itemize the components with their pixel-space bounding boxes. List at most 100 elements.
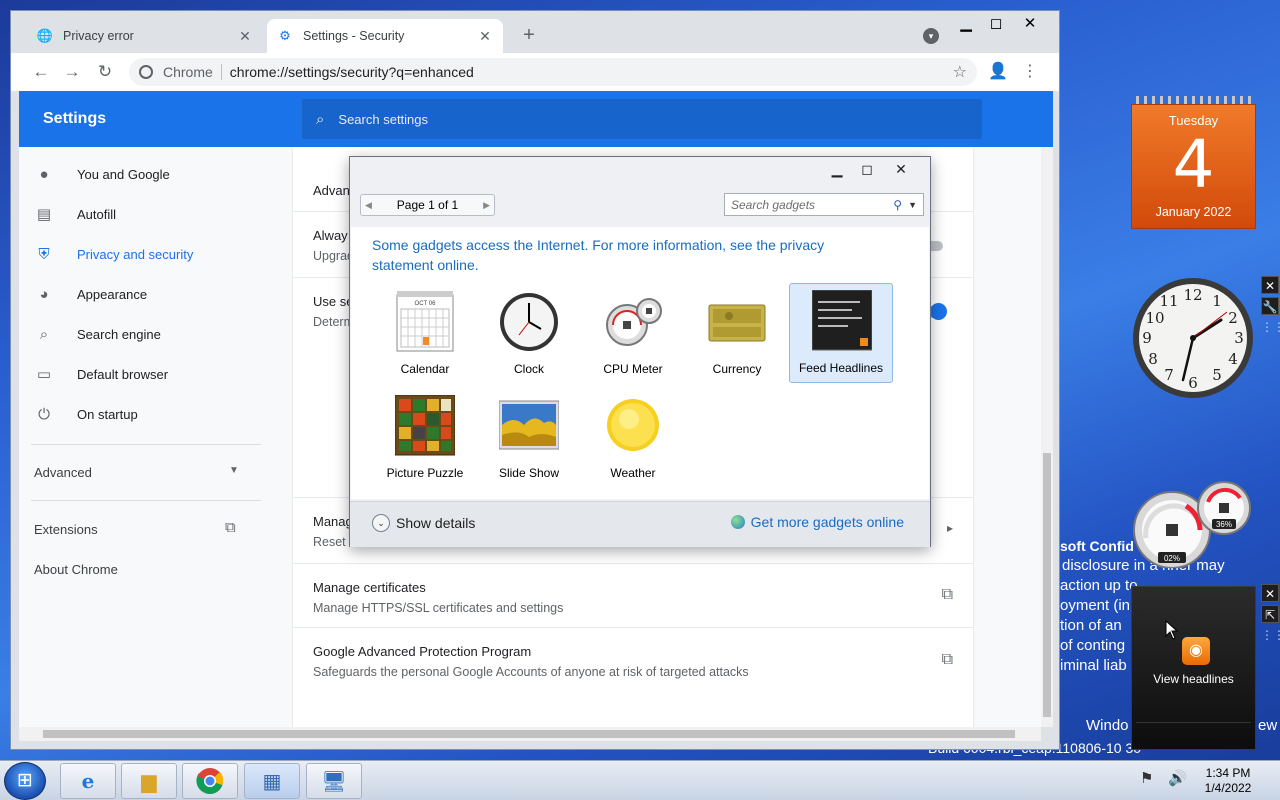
gadgets-titlebar[interactable]: ▁ ◻ ✕ — [350, 157, 930, 187]
gadgets-pager: ◀ Page 1 of 1 ▶ — [360, 194, 495, 216]
taskbar-chrome[interactable] — [182, 763, 238, 799]
chevron-right-icon[interactable]: ▸ — [947, 521, 953, 535]
forward-icon[interactable]: → — [62, 62, 82, 82]
flag-icon[interactable]: ⚑ — [1140, 769, 1153, 787]
open-external-icon[interactable]: ⧉ — [942, 586, 953, 604]
taskbar-clock[interactable]: 1:34 PM 1/4/2022 — [1188, 766, 1268, 796]
minimize-button[interactable]: ▁ — [826, 161, 848, 178]
drag-handle-icon[interactable]: ⋮⋮ — [1261, 318, 1280, 336]
chevron-down-icon[interactable]: ▼ — [229, 465, 239, 476]
open-external-icon[interactable]: ⧉ — [225, 519, 236, 536]
desktop-clock-gadget[interactable]: 12 12 3 4567 8 9 1011 — [1131, 276, 1255, 400]
tab-search-icon[interactable]: ▾ — [923, 28, 939, 44]
horizontal-scrollbar[interactable] — [19, 727, 1041, 741]
advanced-protection-row[interactable]: Google Advanced Protection Program Safeg… — [293, 627, 973, 693]
sidebar-item-search-engine[interactable]: ⌕ Search engine — [19, 314, 289, 354]
menu-icon[interactable]: ⋮ — [1019, 61, 1041, 81]
gadget-weather[interactable]: Weather — [581, 389, 685, 489]
new-tab-button[interactable]: + — [517, 24, 541, 47]
cpu-value: 02% — [1164, 554, 1180, 563]
omnibox-url[interactable]: chrome://settings/security?q=enhanced — [230, 64, 953, 80]
gadget-currency[interactable]: Currency — [685, 285, 789, 385]
scrollbar-thumb[interactable] — [43, 730, 1015, 738]
expand-icon[interactable]: ⇱ — [1261, 605, 1279, 623]
back-icon[interactable]: ← — [31, 62, 51, 82]
taskbar-explorer[interactable]: ▆ — [121, 763, 177, 799]
feed-divider — [1136, 722, 1251, 723]
wrench-icon[interactable]: 🔧 — [1261, 297, 1279, 315]
close-icon[interactable]: ✕ — [477, 28, 493, 45]
profile-icon[interactable]: 👤 — [987, 61, 1009, 81]
wallpaper-line: oyment (in — [1060, 597, 1131, 614]
gadgets-window: ▁ ◻ ✕ ◀ Page 1 of 1 ▶ Search gadgets ⚲ ▼… — [349, 156, 931, 547]
chrome-security-icon — [139, 65, 153, 79]
close-icon[interactable]: ✕ — [1261, 276, 1279, 294]
search-settings-input[interactable]: ⌕ Search settings — [302, 99, 982, 139]
search-icon[interactable]: ⚲ — [893, 198, 902, 212]
svg-text:12: 12 — [1183, 286, 1202, 304]
taskbar-ie[interactable]: e — [60, 763, 116, 799]
sidebar-item-on-startup[interactable]: ⏻ On startup — [19, 394, 289, 434]
chevron-down-icon: ⌄ — [372, 514, 390, 532]
svg-text:7: 7 — [1164, 366, 1174, 384]
taskbar-remote-desktop[interactable]: 🖥 — [306, 763, 362, 799]
sidebar-item-privacy[interactable]: ⛨ Privacy and security — [19, 234, 289, 274]
desktop-calendar-gadget[interactable]: Tuesday 4 January 2022 — [1131, 96, 1256, 229]
page-title: Settings — [43, 110, 107, 127]
search-gadgets-input[interactable]: Search gadgets ⚲ ▼ — [724, 193, 924, 216]
maximize-button[interactable]: ◻ — [981, 14, 1011, 32]
sidebar-item-you-and-google[interactable]: ● You and Google — [19, 154, 289, 194]
sidebar-advanced[interactable]: Advanced — [34, 465, 92, 480]
manage-certificates-row[interactable]: Manage certificates Manage HTTPS/SSL cer… — [293, 563, 973, 627]
close-icon[interactable]: ✕ — [237, 28, 253, 45]
dropdown-arrow-icon[interactable]: ▼ — [908, 200, 917, 210]
browser-toolbar: ← → ↻ Chrome chrome://settings/security?… — [11, 53, 1059, 91]
view-headlines-link[interactable]: View headlines — [1132, 672, 1255, 686]
minimize-button[interactable]: ▁ — [951, 14, 981, 32]
close-button[interactable]: ✕ — [890, 161, 912, 178]
sidebar-item-default-browser[interactable]: ▭ Default browser — [19, 354, 289, 394]
sidebar-item-label: Appearance — [77, 286, 148, 302]
sidebar-item-appearance[interactable]: ◕ Appearance — [19, 274, 289, 314]
close-window-button[interactable]: ✕ — [1015, 14, 1045, 32]
sidebar-extensions[interactable]: Extensions — [34, 522, 98, 537]
gadget-calendar[interactable]: OCT 06 Calendar — [373, 285, 477, 385]
reload-icon[interactable]: ↻ — [95, 62, 115, 82]
wallpaper-line: tion of an — [1060, 617, 1122, 634]
close-icon[interactable]: ✕ — [1261, 584, 1279, 602]
get-more-gadgets-link[interactable]: Get more gadgets online — [730, 514, 904, 530]
desktop-feed-headlines-gadget[interactable]: ◉ View headlines — [1131, 586, 1256, 750]
scrollbar-thumb[interactable] — [1043, 453, 1051, 717]
gadget-clock[interactable]: Clock — [477, 285, 581, 385]
show-details-button[interactable]: ⌄ Show details — [372, 514, 475, 532]
sidebar-about-chrome[interactable]: About Chrome — [34, 562, 118, 577]
desktop-cpu-meter-gadget[interactable]: 02% 36% — [1128, 480, 1258, 568]
internet-notice[interactable]: Some gadgets access the Internet. For mo… — [372, 235, 872, 275]
explorer-icon: ▆ — [141, 770, 157, 793]
taskbar-gadgets[interactable]: ▦ — [244, 763, 300, 799]
volume-icon[interactable]: 🔊 — [1168, 769, 1187, 787]
previous-page-icon[interactable]: ◀ — [365, 200, 372, 211]
gadget-picture-puzzle[interactable]: Picture Puzzle — [373, 389, 477, 489]
sidebar-item-label: Default browser — [77, 366, 169, 382]
tab-settings-security[interactable]: ⚙ Settings - Security ✕ — [267, 19, 503, 53]
gadget-feed-headlines[interactable]: Feed Headlines — [789, 283, 893, 383]
globe-icon — [730, 515, 745, 529]
next-page-icon[interactable]: ▶ — [483, 200, 490, 211]
tab-privacy-error[interactable]: 🌐 Privacy error ✕ — [27, 19, 263, 53]
slide-show-icon — [499, 400, 559, 450]
sidebar-item-autofill[interactable]: ▤ Autofill — [19, 194, 289, 234]
start-button[interactable] — [4, 762, 46, 800]
open-external-icon[interactable]: ⧉ — [942, 651, 953, 669]
gadget-slide-show[interactable]: Slide Show — [477, 389, 581, 489]
gadget-cpu-meter[interactable]: CPU Meter — [581, 285, 685, 385]
get-more-label: Get more gadgets online — [750, 514, 904, 530]
address-bar[interactable]: Chrome chrome://settings/security?q=enha… — [129, 58, 977, 86]
vertical-scrollbar[interactable] — [1041, 147, 1053, 727]
maximize-button[interactable]: ◻ — [856, 161, 878, 178]
drag-handle-icon[interactable]: ⋮⋮ — [1261, 626, 1280, 644]
pager-label: Page 1 of 1 — [396, 198, 459, 212]
gadget-label: Feed Headlines — [798, 361, 884, 375]
bookmark-star-icon[interactable]: ☆ — [953, 62, 967, 82]
gadget-label: Picture Puzzle — [386, 466, 464, 480]
